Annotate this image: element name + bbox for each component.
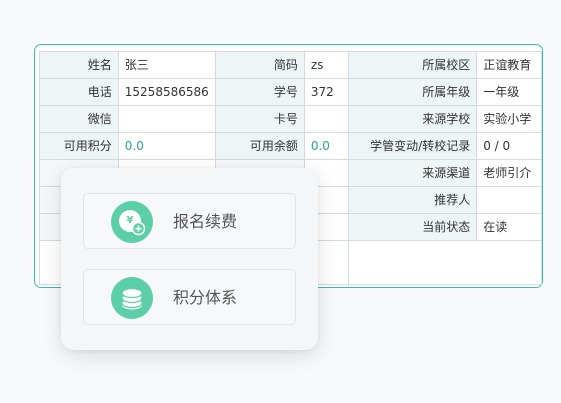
enroll-renew-label: 报名续费 (173, 212, 238, 231)
campus-value: 正谊教育 (476, 51, 542, 79)
name-label: 姓名 (39, 51, 119, 79)
referrer-value (476, 186, 542, 214)
points-system-button[interactable]: 积分体系 (83, 269, 296, 325)
balance-label: 可用余额 (214, 132, 305, 160)
table-row: 姓名 张三 简码 zs 所属校区 正谊教育 (39, 51, 542, 79)
grade-label: 所属年级 (348, 78, 478, 106)
status-value: 在读 (476, 213, 542, 241)
source-channel-label: 来源渠道 (348, 159, 478, 187)
enroll-renew-button[interactable]: ¥ 报名续费 (83, 193, 296, 249)
table-row: 可用积分 0.0 可用余额 0.0 学管变动/转校记录 0 / 0 (39, 132, 542, 160)
points-value[interactable]: 0.0 (117, 132, 216, 160)
referrer-label: 推荐人 (348, 186, 478, 214)
yen-coin-plus-icon: ¥ (111, 201, 153, 243)
phone-value: 15258586586 (117, 78, 216, 106)
card-number-value (303, 105, 350, 133)
points-label: 可用积分 (39, 132, 119, 160)
transfer-record-value[interactable]: 0 / 0 (476, 132, 542, 160)
abbr-label: 简码 (214, 51, 305, 79)
coin-stack-icon (111, 277, 153, 319)
transfer-record-label: 学管变动/转校记录 (348, 132, 478, 160)
table-row: 微信 卡号 来源学校 实验小学 (39, 105, 542, 133)
name-value: 张三 (117, 51, 216, 79)
student-id-value: 372 (303, 78, 350, 106)
table-row: 电话 15258586586 学号 372 所属年级 一年级 (39, 78, 542, 106)
student-id-label: 学号 (214, 78, 305, 106)
points-system-label: 积分体系 (173, 288, 238, 307)
abbr-value: zs (303, 51, 350, 79)
source-school-label: 来源学校 (348, 105, 478, 133)
empty-cell (348, 240, 542, 285)
status-label: 当前状态 (348, 213, 478, 241)
source-school-value: 实验小学 (476, 105, 542, 133)
campus-label: 所属校区 (348, 51, 478, 79)
source-channel-value: 老师引介 (476, 159, 542, 187)
svg-text:¥: ¥ (127, 215, 134, 226)
balance-value[interactable]: 0.0 (303, 132, 350, 160)
quick-action-popup: ¥ 报名续费 积分体系 (61, 168, 318, 350)
phone-label: 电话 (39, 78, 119, 106)
grade-value: 一年级 (476, 78, 542, 106)
wechat-label: 微信 (39, 105, 119, 133)
wechat-value (117, 105, 216, 133)
card-number-label: 卡号 (214, 105, 305, 133)
